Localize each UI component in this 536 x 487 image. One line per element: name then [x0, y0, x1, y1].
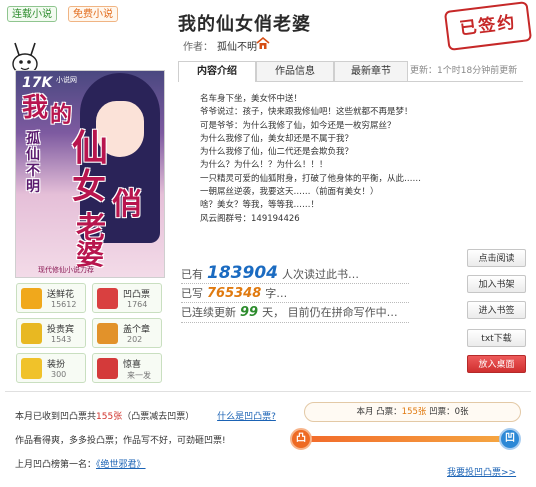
- synopsis-line: 可是爷爷：为什么我修了仙，如今还是一枚穷屌丝？: [200, 120, 396, 131]
- add-shelf-button[interactable]: 加入书架: [467, 275, 526, 293]
- divider: [181, 302, 409, 303]
- words-suffix: 字…: [265, 287, 288, 300]
- vote-up-button[interactable]: 凸: [290, 428, 312, 450]
- words-stat: 已写 765348 字…: [181, 285, 287, 301]
- cover-title-char: 女: [72, 167, 106, 207]
- vote-down-button[interactable]: 凹: [499, 428, 521, 450]
- synopsis-line: 爷爷说过：孩子，快来跟我修仙吧！这些就都不再是梦！: [200, 107, 413, 118]
- cover-title-char: 俏: [112, 187, 142, 222]
- gift-count: 来一发: [127, 371, 151, 380]
- gift-count: 15612: [51, 300, 77, 309]
- days-prefix: 已连续更新: [181, 306, 236, 319]
- signed-stamp: 已签约: [443, 1, 533, 51]
- gift-count: 1543: [51, 335, 72, 344]
- gift-count: 300: [51, 370, 67, 379]
- update-time: 更新：1个时18分钟前更新: [410, 63, 517, 76]
- readers-suffix: 人次读过此书…: [281, 268, 359, 281]
- vote-received-prefix: 本月已收到凹凸票共: [15, 412, 97, 422]
- ticket-icon: [97, 288, 118, 309]
- dress-icon: [21, 358, 42, 379]
- cover-title-char: 的: [50, 102, 73, 128]
- vote-tally-box: 本月 凸票：155张 凹票：0张: [304, 402, 521, 422]
- read-button[interactable]: 点击阅读: [467, 249, 526, 267]
- divider: [181, 322, 409, 323]
- free-tag[interactable]: 免费小说: [68, 6, 118, 22]
- cast-vote-link[interactable]: 我要投凹凸票>>: [447, 465, 516, 478]
- synopsis-line: 一朝屌丝逆袭，我要这天……（前面有美女！）: [200, 187, 379, 198]
- cover-slogan: 现代修仙小说力荐: [38, 266, 94, 274]
- last-month-book-link[interactable]: 《绝世邪君》: [96, 460, 146, 470]
- book-cover[interactable]: 17K 小说网 我 的 仙 女 俏 老 婆 孤仙不明 现代修仙小说力荐: [15, 70, 165, 278]
- cover-title-char: 我: [22, 93, 49, 123]
- words-prefix: 已写: [181, 287, 203, 300]
- cover-author: 孤仙不明: [26, 131, 40, 195]
- vote-box-prefix: 本月 凸票：: [356, 407, 402, 417]
- gift-label: 装扮: [47, 360, 66, 370]
- vote-down-count: 0张: [454, 407, 469, 417]
- synopsis-line: 一只精灵可爱的仙狐附身，打破了他身体的平衡，从此……: [200, 173, 422, 184]
- gift-surprise-button[interactable]: 惊喜 来一发: [92, 353, 162, 383]
- days-count: 99: [240, 305, 259, 320]
- cover-brand-sub: 小说网: [56, 76, 77, 84]
- synopsis-line: 为什么？为什么！？为什么！！！: [200, 160, 328, 171]
- days-stat: 已连续更新 99 天， 目前仍在拼命写作中…: [181, 304, 398, 320]
- gift-stamp-button[interactable]: 盖个章 202: [92, 318, 162, 348]
- days-suffix: 天， 目前仍在拼命写作中…: [262, 306, 398, 319]
- vote-box-mid: 凹票：: [426, 407, 455, 417]
- gift-label: 凹凸票: [123, 290, 151, 300]
- synopsis-line: 名车身下坐，美女怀中送！: [200, 94, 303, 104]
- stamp-icon: [97, 323, 118, 344]
- gift-label: 盖个章: [123, 325, 151, 335]
- vote-received-count: 155张: [96, 412, 123, 422]
- vote-progress-bar: [306, 436, 508, 442]
- gift-flower-button[interactable]: 送鲜花 15612: [16, 283, 86, 313]
- words-count: 765348: [207, 286, 262, 301]
- gift-dress-button[interactable]: 装扮 300: [16, 353, 86, 383]
- gift-vip-button[interactable]: 投贵宾 1543: [16, 318, 86, 348]
- vote-hint: 作品看得爽，多多投凸票；作品写不好，可劲砸凹票!: [15, 436, 226, 446]
- surprise-icon: [97, 358, 118, 379]
- home-icon[interactable]: [256, 36, 270, 50]
- last-month-top: 上月凹凸榜第一名：《绝世邪君》: [15, 457, 146, 470]
- crown-icon: [21, 323, 42, 344]
- synopsis-line: 啥？美女？等我，等等我……！: [200, 200, 320, 211]
- vote-help-link[interactable]: 什么是凹凸票?: [217, 412, 276, 422]
- serial-tag[interactable]: 连载小说: [7, 6, 57, 22]
- gift-label: 惊喜: [123, 360, 142, 370]
- synopsis-line: 为什么我修了仙，美女却还是不属于我？: [200, 133, 354, 144]
- author-name[interactable]: 孤仙不明: [217, 42, 257, 53]
- gift-count: 1764: [127, 300, 148, 309]
- tab-info[interactable]: 作品信息: [256, 61, 334, 81]
- tab-latest[interactable]: 最新章节: [334, 61, 408, 81]
- flower-icon: [21, 288, 42, 309]
- section-divider: [5, 391, 531, 392]
- gift-ticket-button[interactable]: 凹凸票 1764: [92, 283, 162, 313]
- divider: [181, 283, 409, 284]
- last-month-prefix: 上月凹凸榜第一名：: [15, 460, 97, 470]
- synopsis-line: 为什么我修了仙，仙二代还是会欺负我？: [200, 147, 354, 158]
- gift-count: 202: [127, 335, 143, 344]
- gift-label: 投贵宾: [47, 325, 75, 335]
- book-title: 我的仙女俏老婆: [178, 14, 311, 35]
- gift-label: 送鲜花: [47, 290, 75, 300]
- bookmark-button[interactable]: 进入书签: [467, 301, 526, 319]
- synopsis-line: 风云阁群号：149194426: [200, 213, 300, 224]
- info-tabs: 内容介绍 作品信息 最新章节 更新：1个时18分钟前更新: [178, 61, 523, 82]
- vote-summary: 本月已收到凹凸票共155张（凸票减去凹票） 什么是凹凸票?: [15, 409, 276, 422]
- tab-intro[interactable]: 内容介绍: [178, 61, 256, 82]
- update-value: 1个时18分钟前更新: [437, 66, 518, 76]
- update-prefix: 更新：: [410, 66, 438, 76]
- author-label: 作者：: [183, 42, 213, 53]
- desktop-shortcut-button[interactable]: 放入桌面: [467, 355, 526, 373]
- synopsis: 名车身下坐，美女怀中送！ 爷爷说过：孩子，快来跟我修仙吧！这些就都不再是梦！ 可…: [200, 93, 421, 226]
- readers-count: 183904: [207, 263, 278, 283]
- txt-download-button[interactable]: txt下载: [467, 329, 526, 347]
- readers-prefix: 已有: [181, 268, 203, 281]
- vote-received-suffix: （凸票减去凹票）: [122, 412, 195, 422]
- author-line: 作者： 孤仙不明: [183, 38, 257, 53]
- vote-up-count: 155张: [401, 407, 427, 417]
- readers-stat: 已有 183904 人次读过此书…: [181, 263, 359, 283]
